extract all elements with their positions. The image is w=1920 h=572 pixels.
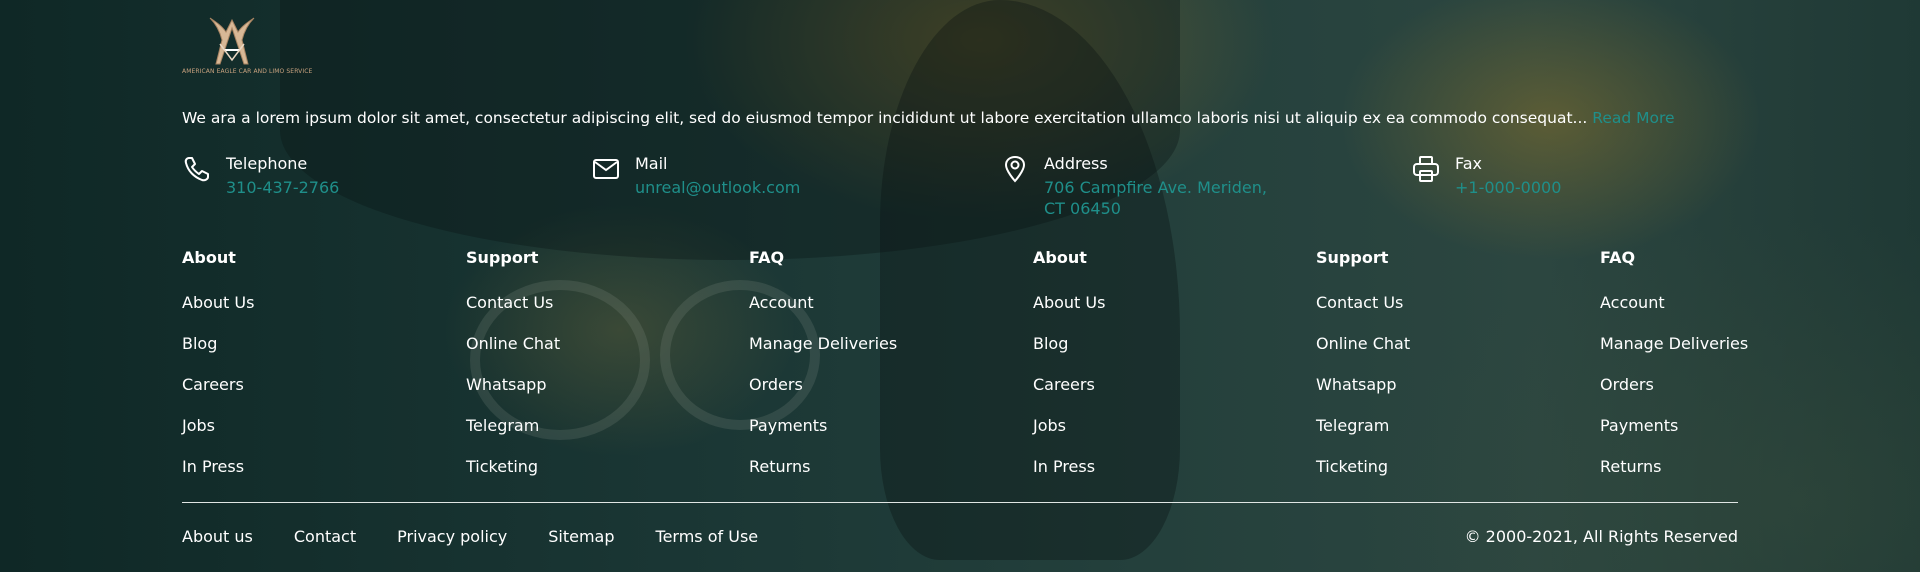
footer-link[interactable]: Jobs — [182, 416, 442, 436]
contact-address[interactable]: Address 706 Campfire Ave. Meriden, CT 06… — [1000, 154, 1300, 219]
printer-icon — [1413, 156, 1439, 182]
contact-value[interactable]: unreal@outlook.com — [635, 177, 800, 198]
background-car-hood — [280, 0, 1180, 260]
footer-column-about-2: About About Us Blog Careers Jobs In Pres… — [1033, 248, 1293, 498]
footer-link[interactable]: Payments — [1600, 416, 1860, 436]
footer-link[interactable]: Returns — [1600, 457, 1860, 477]
column-heading: About — [1033, 248, 1087, 267]
footer-link[interactable]: Jobs — [1033, 416, 1293, 436]
footer-link[interactable]: Contact Us — [1316, 293, 1576, 313]
intro-paragraph: We ara a lorem ipsum dolor sit amet, con… — [182, 106, 1742, 130]
footer-link[interactable]: In Press — [182, 457, 442, 477]
column-heading: About — [182, 248, 236, 267]
footer-link[interactable]: Account — [1600, 293, 1860, 313]
footer-link[interactable]: In Press — [1033, 457, 1293, 477]
bottom-link-privacy[interactable]: Privacy policy — [397, 527, 507, 547]
footer-link[interactable]: Careers — [182, 375, 442, 395]
logo-text: AMERICAN EAGLE CAR AND LIMO SERVICE — [182, 68, 313, 75]
footer-link[interactable]: Manage Deliveries — [1600, 334, 1860, 354]
footer-link[interactable]: Account — [749, 293, 1009, 313]
footer-link[interactable]: Online Chat — [1316, 334, 1576, 354]
footer-link[interactable]: Telegram — [1316, 416, 1576, 436]
contact-fax[interactable]: Fax +1-000-0000 — [1411, 154, 1711, 198]
footer-link[interactable]: Payments — [749, 416, 1009, 436]
footer-column-about: About About Us Blog Careers Jobs In Pres… — [182, 248, 442, 498]
contact-value[interactable]: +1-000-0000 — [1455, 177, 1561, 198]
bottom-link-terms[interactable]: Terms of Use — [656, 527, 759, 547]
mail-icon — [593, 159, 619, 179]
intro-text: We ara a lorem ipsum dolor sit amet, con… — [182, 109, 1588, 127]
footer-link[interactable]: Online Chat — [466, 334, 726, 354]
contact-value[interactable]: 310-437-2766 — [226, 177, 339, 198]
footer-link[interactable]: Returns — [749, 457, 1009, 477]
column-heading: FAQ — [1600, 248, 1636, 267]
eagle-logo-icon — [209, 17, 255, 65]
column-heading: FAQ — [749, 248, 785, 267]
footer-link[interactable]: Manage Deliveries — [749, 334, 1009, 354]
contact-telephone[interactable]: Telephone 310-437-2766 — [182, 154, 482, 198]
phone-icon — [184, 157, 209, 182]
column-heading: Support — [466, 248, 539, 267]
footer-link[interactable]: Orders — [1600, 375, 1860, 395]
read-more-link[interactable]: Read More — [1592, 109, 1674, 127]
footer-column-faq: FAQ Account Manage Deliveries Orders Pay… — [749, 248, 1009, 498]
footer-link[interactable]: Ticketing — [1316, 457, 1576, 477]
footer-link[interactable]: About Us — [182, 293, 442, 313]
footer-link[interactable]: Careers — [1033, 375, 1293, 395]
column-heading: Support — [1316, 248, 1389, 267]
contact-value[interactable]: 706 Campfire Ave. Meriden, CT 06450 — [1044, 177, 1284, 219]
footer-link[interactable]: Blog — [1033, 334, 1293, 354]
contact-label: Address — [1044, 154, 1108, 173]
contact-label: Mail — [635, 154, 668, 173]
location-pin-icon — [1004, 155, 1026, 183]
footer-link[interactable]: Blog — [182, 334, 442, 354]
contact-label: Fax — [1455, 154, 1483, 173]
footer-link[interactable]: Orders — [749, 375, 1009, 395]
bottom-link-about[interactable]: About us — [182, 527, 253, 547]
brand-logo[interactable]: AMERICAN EAGLE CAR AND LIMO SERVICE — [182, 14, 313, 80]
footer-link[interactable]: About Us — [1033, 293, 1293, 313]
footer-link[interactable]: Ticketing — [466, 457, 726, 477]
bottom-link-contact[interactable]: Contact — [294, 527, 356, 547]
footer-column-faq-2: FAQ Account Manage Deliveries Orders Pay… — [1600, 248, 1860, 498]
footer-divider — [182, 502, 1738, 503]
footer-column-support-2: Support Contact Us Online Chat Whatsapp … — [1316, 248, 1576, 498]
footer-link[interactable]: Whatsapp — [466, 375, 726, 395]
contact-label: Telephone — [226, 154, 308, 173]
footer-column-support: Support Contact Us Online Chat Whatsapp … — [466, 248, 726, 498]
footer-link[interactable]: Telegram — [466, 416, 726, 436]
copyright-text: © 2000-2021, All Rights Reserved — [1464, 527, 1738, 546]
bottom-link-sitemap[interactable]: Sitemap — [548, 527, 614, 547]
footer-link[interactable]: Contact Us — [466, 293, 726, 313]
bottom-links: About us Contact Privacy policy Sitemap … — [182, 527, 799, 547]
contact-mail[interactable]: Mail unreal@outlook.com — [591, 154, 891, 198]
site-footer: AMERICAN EAGLE CAR AND LIMO SERVICE We a… — [0, 0, 1920, 572]
footer-link[interactable]: Whatsapp — [1316, 375, 1576, 395]
